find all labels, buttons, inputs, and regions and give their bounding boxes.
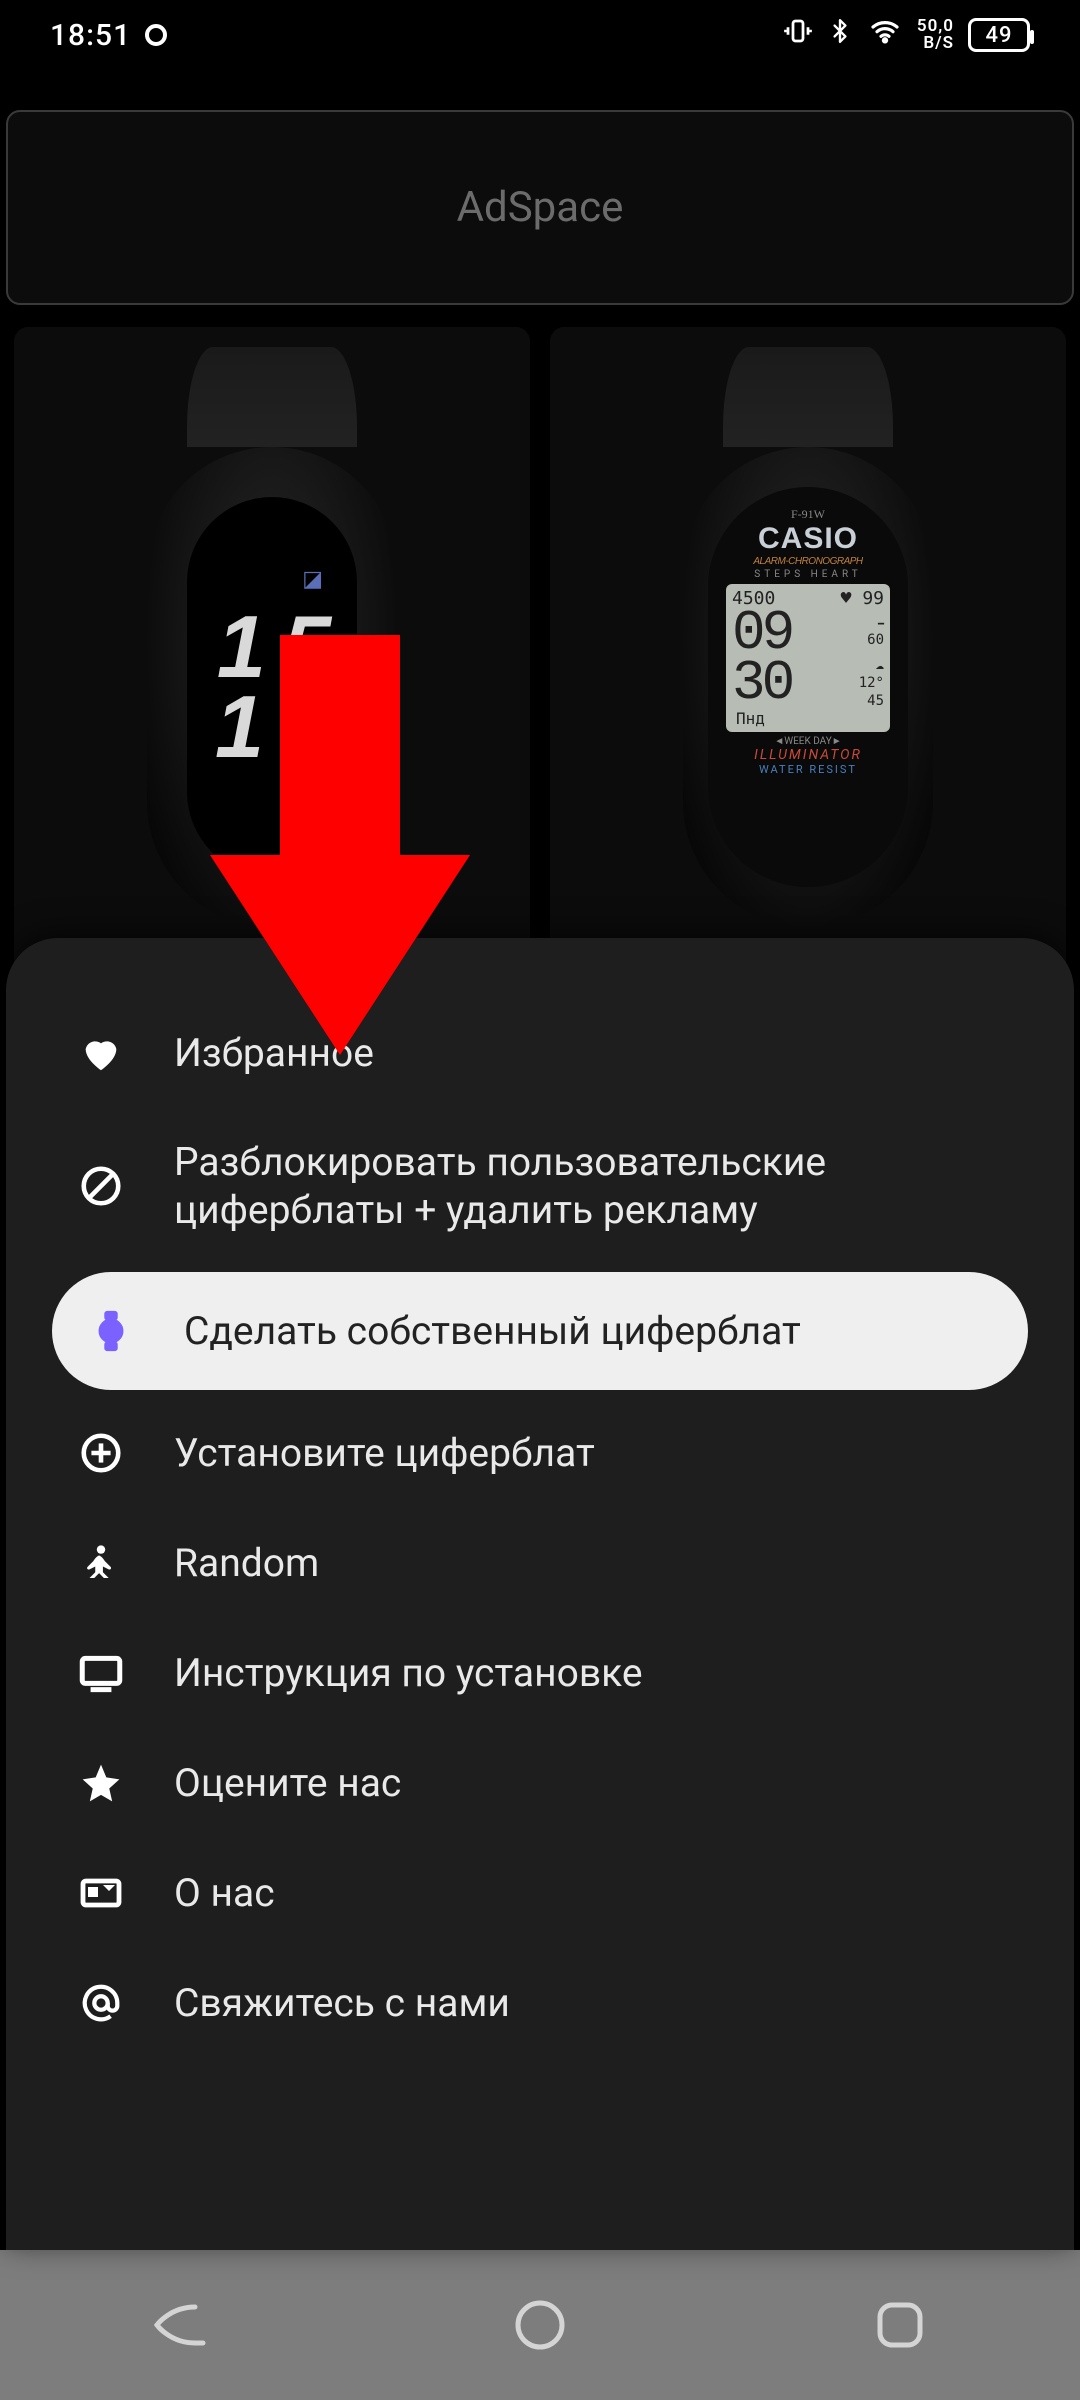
menu-item-favorites[interactable]: Избранное bbox=[52, 998, 1028, 1108]
casio-water-resist: WATER RESIST bbox=[718, 763, 898, 776]
network-speed: 50,0 B/S bbox=[917, 18, 954, 52]
meditation-icon bbox=[76, 1538, 126, 1588]
watchface-card[interactable]: ◪ 1 5 1 bbox=[14, 327, 530, 987]
menu-label: Установите циферблат bbox=[174, 1430, 1004, 1476]
menu-item-random[interactable]: Random bbox=[52, 1508, 1028, 1618]
casio-lcd: 4500 ♥ 99 09 ━ 60 30 bbox=[726, 584, 890, 732]
casio-minutes: 30 bbox=[732, 659, 791, 707]
menu-label: Оцените нас bbox=[174, 1760, 1004, 1806]
wifi-icon bbox=[867, 15, 903, 55]
menu-label: Random bbox=[174, 1540, 1004, 1586]
casio-labels: STEPS HEART bbox=[718, 569, 898, 580]
casio-day: Пнд bbox=[732, 709, 884, 728]
system-nav-bar bbox=[0, 2250, 1080, 2400]
bottom-sheet-menu: Избранное Разблокировать пользовательски… bbox=[6, 938, 1074, 2250]
casio-model: F-91W bbox=[718, 507, 898, 522]
net-speed-unit: B/S bbox=[923, 35, 954, 52]
casio-brand: CASIO bbox=[718, 522, 898, 556]
menu-label: Избранное bbox=[174, 1030, 1004, 1076]
casio-side-2: 12° bbox=[859, 675, 884, 691]
watchface-preview-casio: F-91W CASIO ALARM-CHRONOGRAPH STEPS HEAR… bbox=[708, 487, 908, 887]
watchface1-line1: 1 5 bbox=[217, 607, 327, 687]
battery-icon: ◪ bbox=[302, 567, 323, 592]
casio-week-day: ◄WEEK DAY► bbox=[718, 736, 898, 747]
band-strap bbox=[187, 347, 357, 447]
casio-side-3: 45 bbox=[867, 693, 884, 709]
casio-heart: ♥ 99 bbox=[841, 588, 884, 609]
casio-hours: 09 bbox=[732, 609, 791, 657]
casio-illuminator: ILLUMINATOR bbox=[718, 747, 898, 763]
menu-item-instructions[interactable]: Инструкция по установке bbox=[52, 1618, 1028, 1728]
menu-label: Свяжитесь с нами bbox=[174, 1980, 1004, 2026]
nav-back-button[interactable] bbox=[144, 2289, 216, 2361]
monitor-icon bbox=[76, 1648, 126, 1698]
status-right: 50,0 B/S 49 bbox=[783, 15, 1030, 55]
nav-home-button[interactable] bbox=[504, 2289, 576, 2361]
menu-item-about[interactable]: О нас bbox=[52, 1838, 1028, 1948]
menu-item-unlock[interactable]: Разблокировать пользовательские цифербла… bbox=[52, 1108, 1028, 1264]
no-ads-icon bbox=[76, 1161, 126, 1211]
vibrate-icon bbox=[783, 16, 813, 54]
heart-icon bbox=[76, 1028, 126, 1078]
card-icon bbox=[76, 1868, 126, 1918]
menu-label: Разблокировать пользовательские цифербла… bbox=[174, 1138, 1004, 1234]
status-left: 18:51 bbox=[50, 18, 167, 53]
watchface-preview-1: ◪ 1 5 1 bbox=[187, 497, 357, 877]
battery-indicator: 49 bbox=[968, 18, 1030, 52]
ad-space[interactable]: AdSpace bbox=[6, 110, 1074, 305]
menu-label: Сделать собственный циферблат bbox=[184, 1308, 994, 1354]
menu-label: Инструкция по установке bbox=[174, 1650, 1004, 1696]
watchface-grid: ◪ 1 5 1 F-91W CASIO ALARM-CHRONOGRAPH ST… bbox=[0, 305, 1080, 987]
status-bar: 18:51 50,0 B/S 49 bbox=[0, 0, 1080, 70]
ad-space-label: AdSpace bbox=[457, 183, 624, 232]
casio-subtitle: ALARM-CHRONOGRAPH bbox=[718, 556, 898, 567]
at-icon bbox=[76, 1978, 126, 2028]
band-device: ◪ 1 5 1 bbox=[147, 447, 397, 927]
status-time: 18:51 bbox=[50, 18, 131, 53]
menu-item-create-watchface[interactable]: Сделать собственный циферблат bbox=[52, 1272, 1028, 1390]
menu-item-contact[interactable]: Свяжитесь с нами bbox=[52, 1948, 1028, 2058]
casio-side-1: 60 bbox=[867, 632, 884, 648]
watch-icon bbox=[86, 1306, 136, 1356]
band-strap bbox=[723, 347, 893, 447]
nav-recents-button[interactable] bbox=[864, 2289, 936, 2361]
menu-item-install[interactable]: Установите циферблат bbox=[52, 1398, 1028, 1508]
band-device: F-91W CASIO ALARM-CHRONOGRAPH STEPS HEAR… bbox=[683, 447, 933, 927]
watchface-card[interactable]: F-91W CASIO ALARM-CHRONOGRAPH STEPS HEAR… bbox=[550, 327, 1066, 987]
watchface1-line2: 1 bbox=[187, 687, 260, 767]
status-indicator-icon bbox=[145, 24, 167, 46]
battery-percent: 49 bbox=[985, 23, 1012, 48]
star-icon bbox=[76, 1758, 126, 1808]
bluetooth-icon bbox=[827, 15, 853, 55]
menu-item-rate[interactable]: Оцените нас bbox=[52, 1728, 1028, 1838]
menu-label: О нас bbox=[174, 1870, 1004, 1916]
plus-circle-icon bbox=[76, 1428, 126, 1478]
